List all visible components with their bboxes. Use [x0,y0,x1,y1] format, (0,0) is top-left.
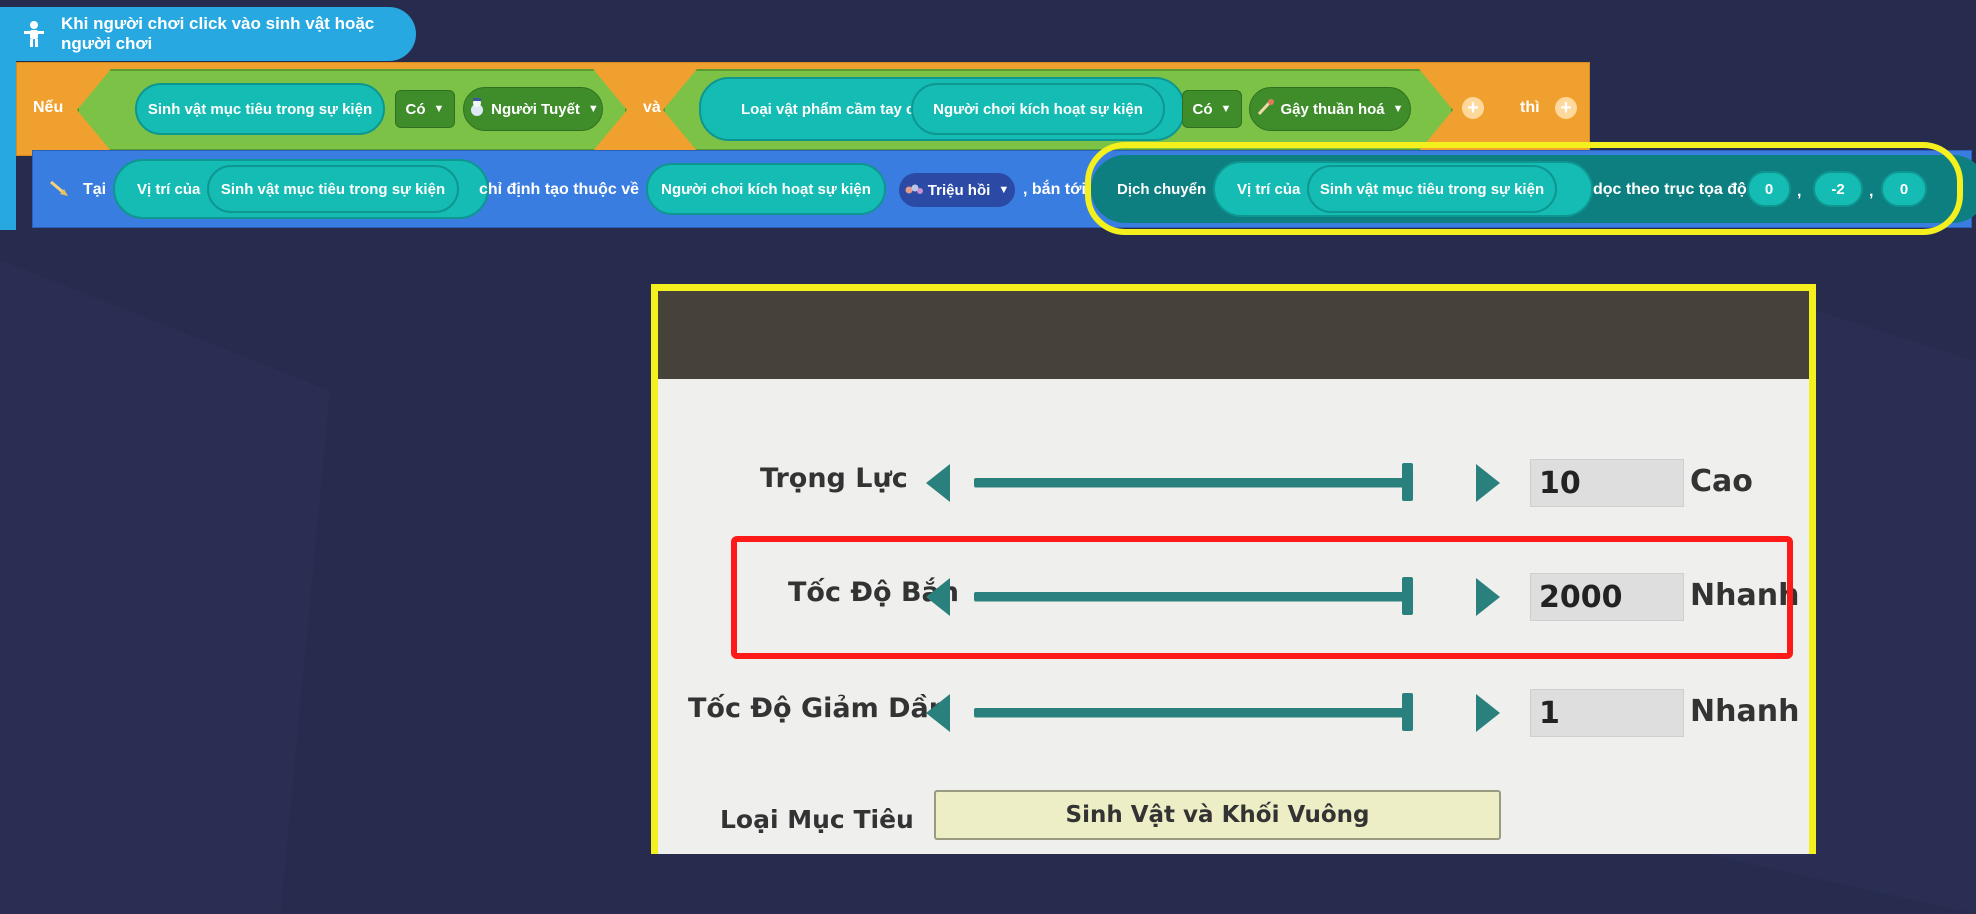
background-shape [0,260,330,914]
cond2-prefix-text: Loại vật phẩm cầm tay của [741,100,932,118]
cond1-value-dropdown[interactable]: Người Tuyết ▼ [463,87,603,131]
summon-text: Triệu hồi [927,181,991,199]
shoot-speed-highlight [731,536,1793,659]
cond1-op-text: Có [405,100,426,118]
creator-pill[interactable]: Người chơi kích hoạt sự kiện [646,163,886,215]
cond1-value-text: Người Tuyết [491,100,580,118]
target-pill[interactable]: Sinh vật mục tiêu trong sự kiện [207,165,459,213]
summon-icon [905,182,923,199]
projectile-settings-panel: Trọng Lực 10 Cao Tốc Độ Bắn 2000 Nhanh T… [651,284,1816,854]
event-title: Khi người chơi click vào sinh vật hoặc n… [60,14,375,53]
player-icon [18,19,51,49]
decay-speed-unit: Nhanh [1690,694,1800,729]
gravity-label: Trọng Lực [760,463,908,494]
snowman-icon [467,98,487,120]
increase-arrow-icon[interactable] [1476,464,1500,502]
increase-arrow-icon[interactable] [1476,694,1500,732]
gravity-unit: Cao [1690,464,1753,499]
target-text: Sinh vật mục tiêu trong sự kiện [220,180,446,198]
shoot-to-label: , bắn tới [1023,181,1086,198]
event-hat-block[interactable]: Khi người chơi click vào sinh vật hoặc n… [0,7,416,61]
tai-label: Tại [83,181,107,198]
decay-speed-slider-thumb[interactable] [1402,693,1413,731]
position-of-text: Vị trí của [137,180,201,198]
decay-speed-value-input[interactable]: 1 [1530,689,1684,737]
taming-stick-icon [1256,98,1276,120]
specify-creator-label: chỉ định tạo thuộc về [479,181,640,198]
target-type-button[interactable]: Sinh Vật và Khối Vuông [934,790,1501,840]
cond1-subject-text: Sinh vật mục tiêu trong sự kiện [147,100,373,118]
chevron-down-icon: ▼ [998,184,1010,196]
if-label: Nếu [33,99,64,116]
gravity-slider-thumb[interactable] [1402,463,1413,501]
cond2-value-text: Gậy thuần hoá [1280,100,1385,118]
decrease-arrow-icon[interactable] [926,694,950,732]
cond2-subject-text: Người chơi kích hoạt sự kiện [933,100,1143,118]
creator-text: Người chơi kích hoạt sự kiện [661,180,871,198]
and-label: và [643,99,661,116]
decay-speed-slider-track[interactable] [974,708,1406,717]
chevron-down-icon: ▼ [433,103,445,115]
cond1-subject-pill[interactable]: Sinh vật mục tiêu trong sự kiện [135,83,385,135]
gravity-value-input[interactable]: 10 [1530,459,1684,507]
cond2-value-dropdown[interactable]: Gậy thuần hoá ▼ [1249,87,1411,131]
cond2-op-dropdown[interactable]: Có ▼ [1182,90,1242,128]
decrease-arrow-icon[interactable] [926,464,950,502]
move-block-highlight [1085,142,1963,235]
chevron-down-icon: ▼ [1392,103,1404,115]
gravity-slider-track[interactable] [974,478,1406,487]
add-condition-icon[interactable]: + [1462,97,1484,119]
decay-speed-label: Tốc Độ Giảm Dần [688,693,948,724]
event-block-stub [0,55,16,230]
chevron-down-icon: ▼ [587,103,599,115]
target-type-label: Loại Mục Tiêu [720,805,914,834]
cond2-op-text: Có [1192,100,1213,118]
projectile-icon [49,179,69,202]
summon-dropdown[interactable]: Triệu hồi ▼ [899,173,1015,207]
cond2-subject-pill[interactable]: Người chơi kích hoạt sự kiện [911,83,1165,135]
cond1-op-dropdown[interactable]: Có ▼ [395,90,455,128]
add-else-icon[interactable]: + [1555,97,1577,119]
panel-header [658,291,1809,379]
then-label: thì [1520,99,1540,116]
chevron-down-icon: ▼ [1220,103,1232,115]
